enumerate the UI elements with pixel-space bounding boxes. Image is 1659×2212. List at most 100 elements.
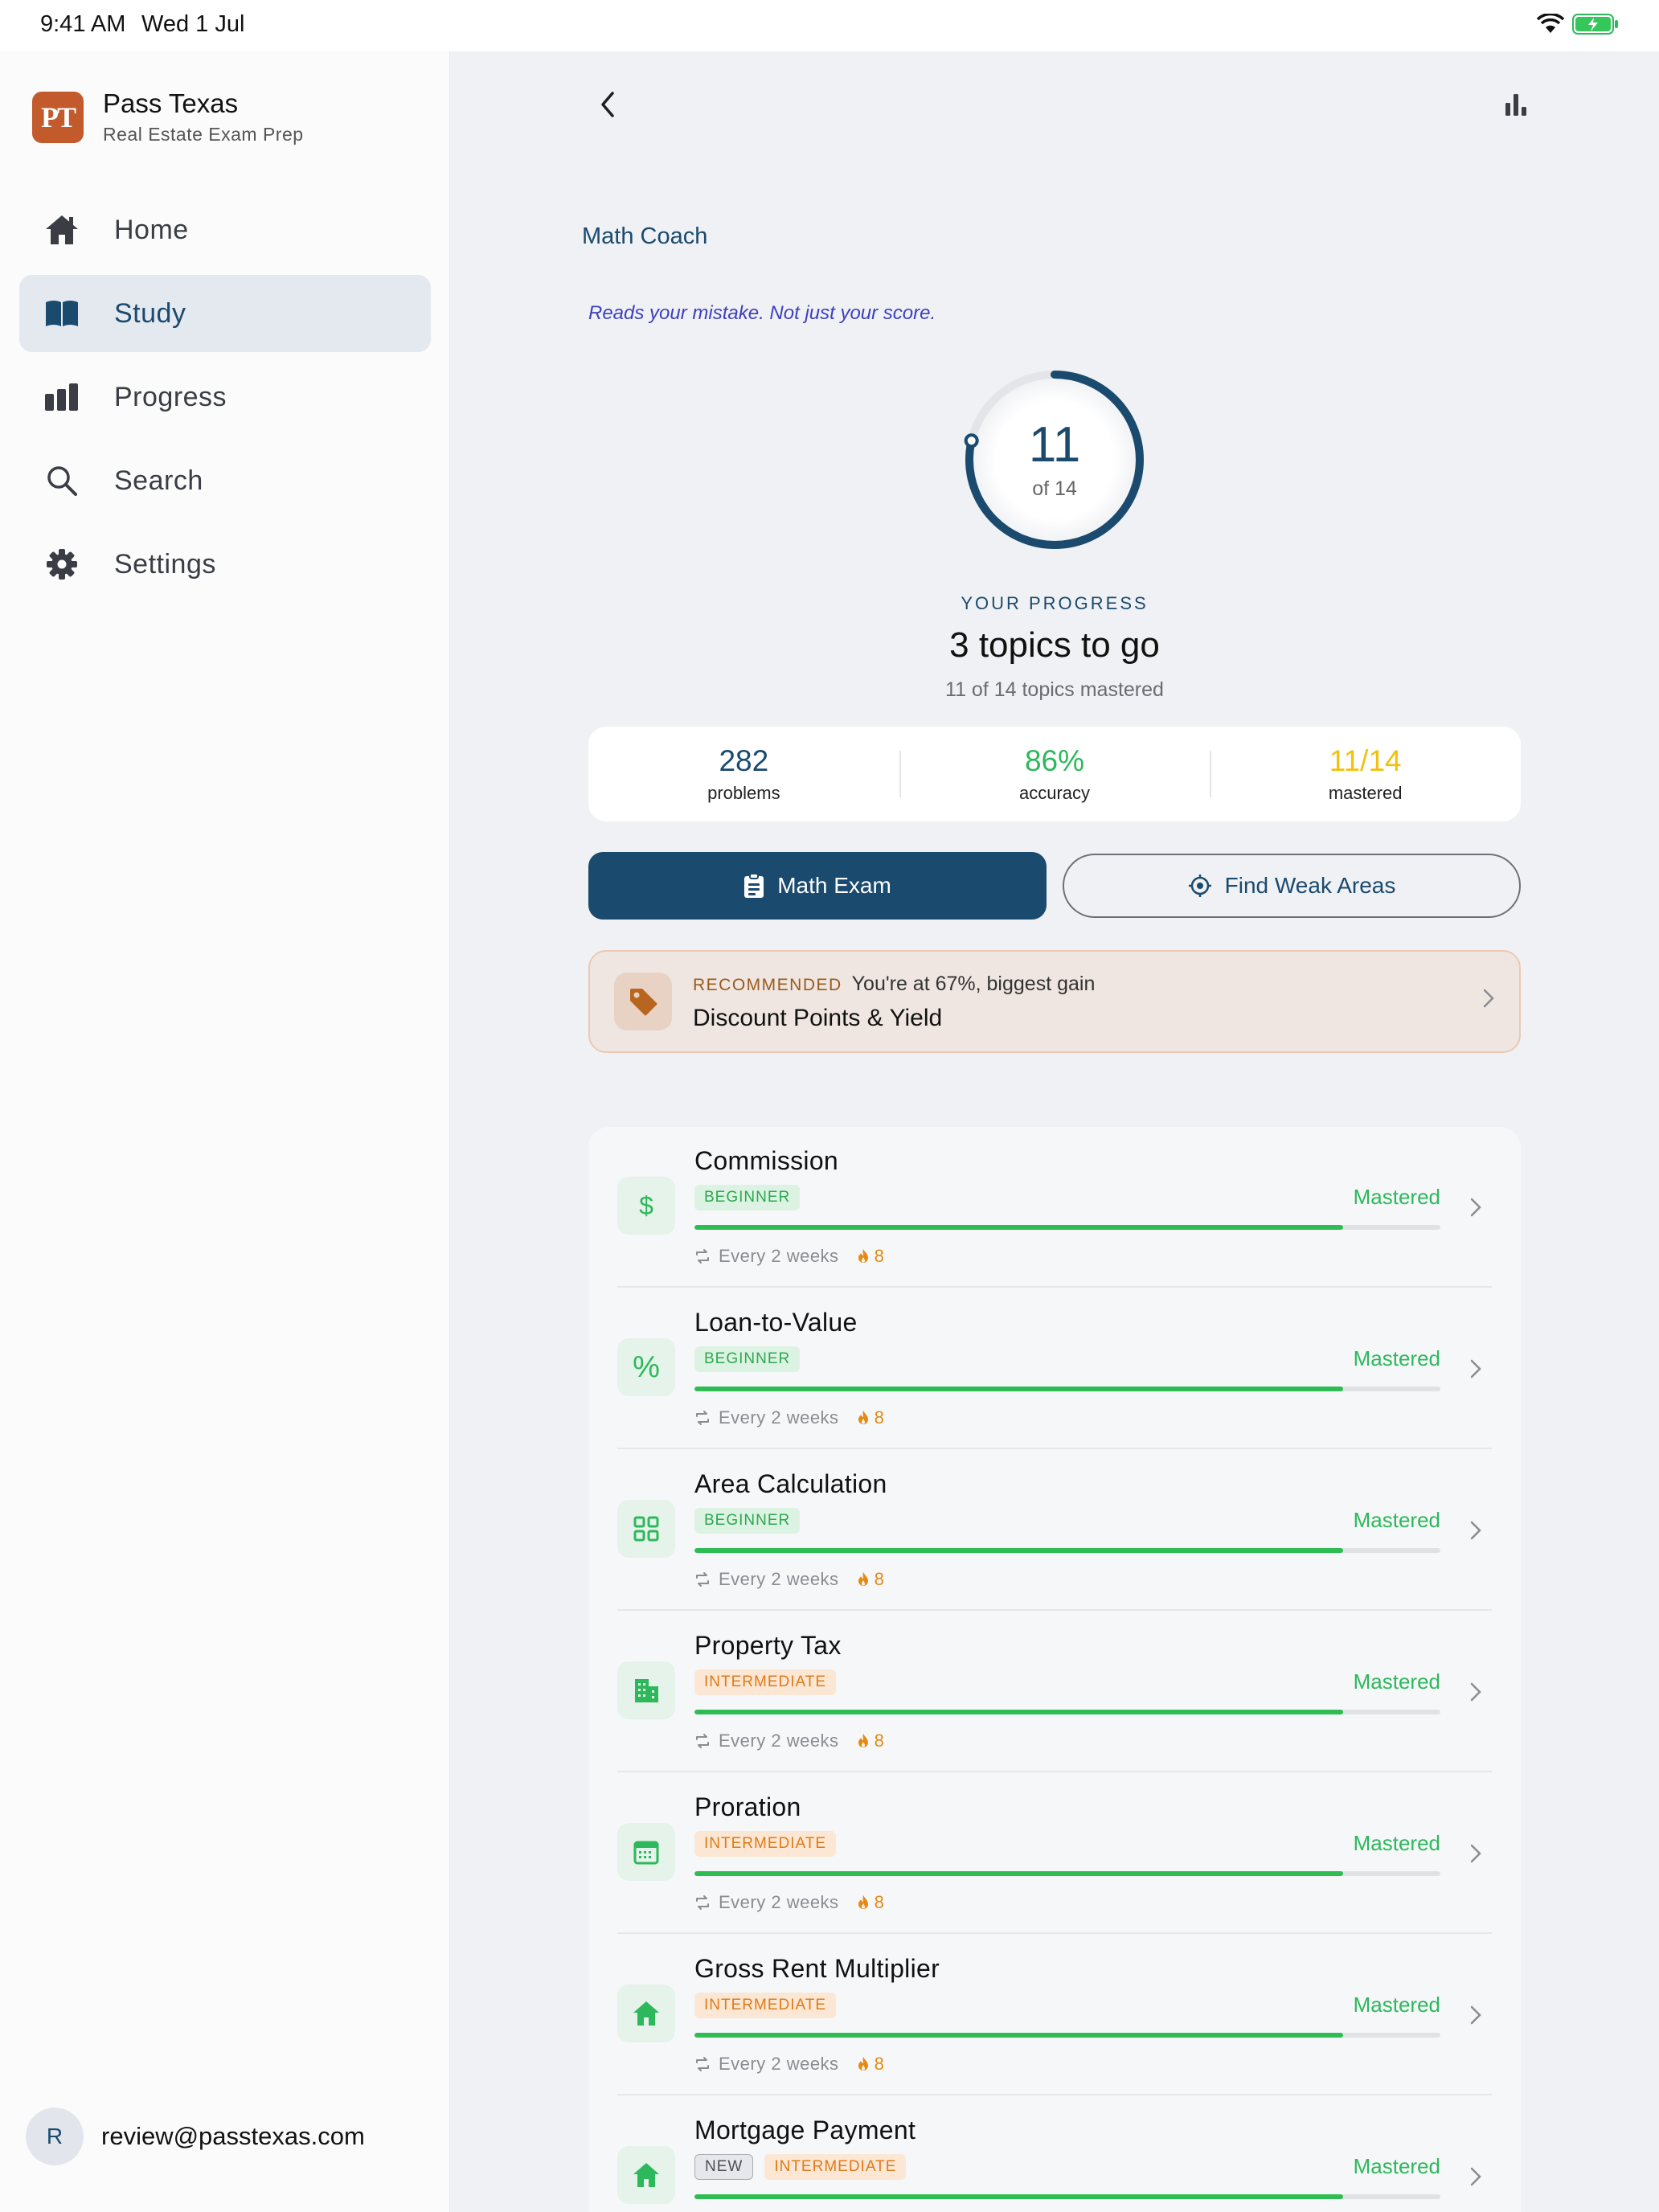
- topic-row[interactable]: Mortgage Payment NEW INTERMEDIATE Mastere…: [617, 2096, 1492, 2212]
- stat-mastered: 11/14 mastered: [1210, 727, 1521, 821]
- topic-meta: Every 2 weeks 8: [694, 2054, 884, 2075]
- topic-progress-fill: [694, 1710, 1344, 1714]
- topic-meta: Every 2 weeks 8: [694, 1569, 884, 1590]
- topic-progress-bar: [694, 1548, 1440, 1553]
- recommendation-header: RECOMMENDED You're at 67%, biggest gain: [693, 973, 1095, 996]
- chevron-right-icon: [1469, 1196, 1482, 1223]
- topic-streak: 8: [874, 1246, 885, 1266]
- badge-beginner: BEGINNER: [694, 1185, 801, 1210]
- topic-progress-bar: [694, 1387, 1440, 1391]
- brand-text: Pass Texas Real Estate Exam Prep: [103, 88, 304, 145]
- repeat-icon: [694, 2056, 711, 2072]
- chevron-left-icon: [601, 92, 614, 117]
- topic-row[interactable]: Proration INTERMEDIATE Mastered Every 2 …: [617, 1773, 1492, 1934]
- sidebar-item-settings[interactable]: Settings: [19, 526, 431, 603]
- topic-badges: INTERMEDIATE: [694, 1831, 837, 1857]
- status-indicators: [1536, 12, 1619, 39]
- topic-badges: INTERMEDIATE: [694, 1993, 837, 2018]
- chevron-right-icon: [1469, 1842, 1482, 1869]
- stat-accuracy: 86% accuracy: [899, 727, 1210, 821]
- find-weak-areas-button[interactable]: Find Weak Areas: [1063, 854, 1521, 918]
- topic-streak: 8: [874, 1731, 885, 1751]
- topic-schedule: Every 2 weeks: [719, 1246, 839, 1266]
- topic-streak: 8: [874, 1569, 885, 1589]
- app-name: Pass Texas: [103, 88, 239, 118]
- recommendation-title: Discount Points & Yield: [693, 1005, 943, 1031]
- badge-new: NEW: [694, 2154, 754, 2180]
- topic-schedule: Every 2 weeks: [719, 1569, 839, 1589]
- flame-icon: [857, 1895, 870, 1911]
- grid-icon: [617, 1500, 675, 1558]
- topic-progress-fill: [694, 1871, 1344, 1876]
- math-exam-label: Math Exam: [777, 873, 891, 898]
- brand[interactable]: PT Pass Texas Real Estate Exam Prep: [32, 88, 304, 145]
- topic-badges: NEW INTERMEDIATE: [694, 2154, 907, 2180]
- calendar-icon: [617, 1823, 675, 1881]
- sidebar-item-label: Search: [114, 465, 203, 496]
- topic-progress-bar: [694, 1710, 1440, 1714]
- topic-badges: INTERMEDIATE: [694, 1669, 837, 1695]
- search-icon: [43, 462, 80, 499]
- sidebar-item-label: Home: [114, 214, 189, 245]
- stat-value: 86%: [1024, 744, 1085, 777]
- badge-beginner: BEGINNER: [694, 1346, 801, 1372]
- sidebar-item-search[interactable]: Search: [19, 442, 431, 519]
- home-icon: [43, 211, 80, 248]
- bar-chart-icon: [1505, 94, 1526, 116]
- flame-icon: [857, 2056, 870, 2072]
- chevron-right-icon: [1469, 2165, 1482, 2192]
- topic-schedule: Every 2 weeks: [719, 1892, 839, 1912]
- repeat-icon: [694, 1895, 711, 1911]
- topic-meta: Every 2 weeks 8: [694, 1246, 884, 1267]
- progress-headline: 3 topics to go: [949, 625, 1160, 665]
- topic-badges: BEGINNER: [694, 1508, 801, 1534]
- topic-row[interactable]: % Loan-to-Value BEGINNER Mastered Every …: [617, 1288, 1492, 1449]
- sidebar-item-study[interactable]: Study: [19, 275, 431, 352]
- topic-status: Mastered: [1353, 2154, 1440, 2178]
- topic-streak: 8: [874, 1892, 885, 1912]
- chevron-right-icon: [1469, 1681, 1482, 1707]
- topic-row[interactable]: $ Commission BEGINNER Mastered Every 2 w…: [617, 1127, 1492, 1288]
- wifi-icon: [1536, 12, 1565, 39]
- sidebar-item-label: Progress: [114, 381, 227, 412]
- building-icon: [617, 1661, 675, 1719]
- stat-label: accuracy: [1018, 783, 1091, 803]
- badge-intermediate: INTERMEDIATE: [694, 1669, 837, 1695]
- main-content: Math Coach Reads your mistake. Not just …: [450, 51, 1659, 2212]
- math-exam-button[interactable]: Math Exam: [588, 852, 1047, 920]
- topic-status: Mastered: [1353, 1185, 1440, 1209]
- recommendation-kicker: RECOMMENDED: [693, 976, 842, 994]
- status-date: Wed 1 Jul: [141, 11, 245, 37]
- badge-beginner: BEGINNER: [694, 1508, 801, 1534]
- progress-total: of 14: [1032, 477, 1077, 500]
- clipboard-icon: [743, 873, 764, 899]
- sidebar-item-label: Study: [114, 297, 186, 329]
- sidebar-item-progress[interactable]: Progress: [19, 358, 431, 436]
- house-icon: [617, 1985, 675, 2042]
- sidebar-item-home[interactable]: Home: [19, 191, 431, 268]
- topic-row[interactable]: Area Calculation BEGINNER Mastered Every…: [617, 1450, 1492, 1611]
- topic-meta: Every 2 weeks 8: [694, 1407, 884, 1428]
- battery-icon: [1572, 13, 1619, 39]
- repeat-icon: [694, 1571, 711, 1587]
- account[interactable]: R review@passtexas.com: [26, 2108, 365, 2165]
- recommendation-card[interactable]: RECOMMENDED You're at 67%, biggest gain …: [588, 950, 1521, 1053]
- badge-intermediate: INTERMEDIATE: [694, 1831, 837, 1857]
- bar-chart-icon: [43, 379, 80, 416]
- topic-schedule: Every 2 weeks: [719, 2054, 839, 2074]
- topic-progress-bar: [694, 2194, 1440, 2199]
- topic-status: Mastered: [1353, 1831, 1440, 1855]
- topic-schedule: Every 2 weeks: [719, 1407, 839, 1428]
- stat-label: mastered: [1328, 783, 1403, 803]
- back-button[interactable]: [588, 85, 627, 124]
- gear-icon: [43, 546, 80, 583]
- topic-status: Mastered: [1353, 1346, 1440, 1370]
- topic-row[interactable]: Property Tax INTERMEDIATE Mastered Every…: [617, 1612, 1492, 1772]
- chevron-right-icon: [1469, 1358, 1482, 1384]
- statistics-button[interactable]: [1497, 85, 1535, 124]
- recommendation-description: You're at 67%, biggest gain: [851, 973, 1096, 995]
- repeat-icon: [694, 1248, 711, 1264]
- sidebar-nav: Home Study Progress Search Settings: [19, 191, 431, 609]
- progress-subtitle: 11 of 14 topics mastered: [945, 678, 1164, 701]
- topic-row[interactable]: Gross Rent Multiplier INTERMEDIATE Maste…: [617, 1935, 1492, 2095]
